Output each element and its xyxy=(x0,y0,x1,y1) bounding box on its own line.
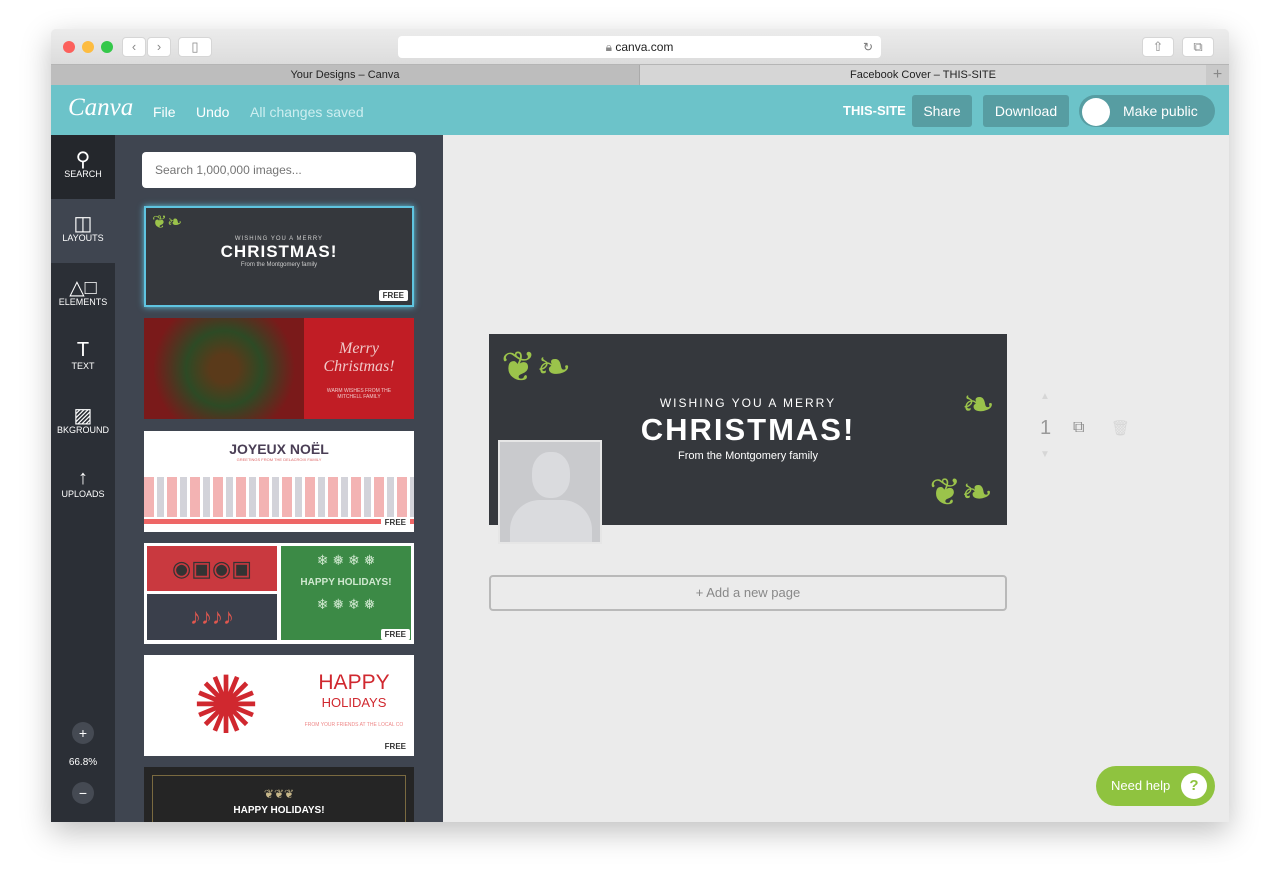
address-bar[interactable]: 🔒︎ canva.com ↻ xyxy=(398,36,881,58)
help-icon: ? xyxy=(1181,773,1207,799)
tabs-overview-icon[interactable]: ⧉ xyxy=(1182,37,1214,57)
holly-top-left: ❦❧ xyxy=(501,343,572,390)
save-status: All changes saved xyxy=(250,104,364,120)
template-christmas-montgomery[interactable]: WISHING YOU A MERRY CHRISTMAS! From the … xyxy=(144,206,414,307)
share-icon[interactable]: ⇧ xyxy=(1142,37,1174,57)
make-public-toggle[interactable]: Make public xyxy=(1079,95,1215,127)
sidebar-item-background[interactable]: ▨ BKGROUND xyxy=(51,391,115,455)
sidebar-item-uploads[interactable]: ↑ UPLOADS xyxy=(51,455,115,519)
add-page-button[interactable]: + Add a new page xyxy=(489,575,1007,611)
profile-picture-placeholder xyxy=(498,440,602,544)
holly-decoration: ❦❧ xyxy=(152,212,183,232)
design-page[interactable]: WISHING YOU A MERRY CHRISTMAS! From the … xyxy=(489,334,1007,544)
title-bar: ‹ › ▯ 🔒︎ canva.com ↻ ⇧ ⧉ xyxy=(51,29,1229,64)
file-menu[interactable]: File xyxy=(153,104,176,120)
editor-canvas: WISHING YOU A MERRY CHRISTMAS! From the … xyxy=(443,135,1229,822)
sidebar-item-elements[interactable]: △□ ELEMENTS xyxy=(51,263,115,327)
download-button[interactable]: Download xyxy=(983,95,1069,127)
reload-icon[interactable]: ↻ xyxy=(863,36,873,58)
delete-page-icon[interactable]: 🗑︎ xyxy=(1111,419,1130,437)
snowflake-pattern xyxy=(144,477,414,517)
back-button[interactable]: ‹ xyxy=(122,37,146,57)
template-happy-holidays-poinsettia[interactable]: ✺ HAPPY HOLIDAYS FROM YOUR FRIENDS AT TH… xyxy=(144,655,414,756)
new-tab-button[interactable]: + xyxy=(1206,65,1229,86)
sidebar-toggle-icon[interactable]: ▯ xyxy=(178,37,212,57)
tab-facebook-cover[interactable]: Facebook Cover – THIS-SITE xyxy=(639,65,1206,86)
leaf-right: ❧ xyxy=(961,383,995,427)
zoom-out-button[interactable]: − xyxy=(72,782,94,804)
search-icon: ⚲ xyxy=(75,149,91,171)
lock-icon: 🔒︎ xyxy=(605,40,612,54)
move-page-up-icon[interactable]: ▲ xyxy=(1040,391,1050,402)
background-icon: ▨ xyxy=(73,405,93,427)
poinsettia-graphic: ✺ xyxy=(192,661,260,750)
stockings-panel: ♪♪♪♪ xyxy=(147,594,277,640)
template-happy-holidays-icons[interactable]: ◉▣◉▣ ♪♪♪♪ ❄ ❅ ❄ ❅ HAPPY HOLIDAYS! ❄ ❅ ❄ … xyxy=(144,543,414,644)
maximize-button[interactable] xyxy=(101,41,113,53)
duplicate-page-icon[interactable]: ⧉ xyxy=(1073,419,1084,437)
template-joyeux-noel[interactable]: JOYEUX NOËL GREETINGS FROM THE DELACROIX… xyxy=(144,431,414,532)
toggle-knob xyxy=(1082,98,1110,126)
image-search-input[interactable] xyxy=(142,152,416,188)
wreath-photo xyxy=(144,318,304,419)
close-button[interactable] xyxy=(63,41,75,53)
share-button[interactable]: Share xyxy=(912,95,972,127)
design-line1[interactable]: WISHING YOU A MERRY xyxy=(489,396,1007,410)
move-page-down-icon[interactable]: ▼ xyxy=(1040,449,1050,460)
browser-window: ‹ › ▯ 🔒︎ canva.com ↻ ⇧ ⧉ Your Designs – C… xyxy=(51,29,1229,822)
tab-your-designs[interactable]: Your Designs – Canva xyxy=(51,65,639,86)
layouts-icon: ◫ xyxy=(73,213,93,235)
forward-button[interactable]: › xyxy=(147,37,171,57)
template-merry-christmas-mitchell[interactable]: Merry Christmas! WARM WISHES FROM THE MI… xyxy=(144,318,414,419)
zoom-in-button[interactable]: + xyxy=(72,722,94,744)
elements-icon: △□ xyxy=(69,277,97,299)
tab-bar: Your Designs – Canva Facebook Cover – TH… xyxy=(51,64,1229,86)
template-happy-holidays-dark[interactable]: ❦❦❦ HAPPY HOLIDAYS! xyxy=(144,767,414,822)
canva-logo[interactable]: Canva xyxy=(68,94,133,122)
zoom-level: 66.8% xyxy=(68,757,98,768)
layouts-panel: WISHING YOU A MERRY CHRISTMAS! From the … xyxy=(115,135,443,822)
team-name[interactable]: THIS-SITE xyxy=(843,103,906,118)
minimize-button[interactable] xyxy=(82,41,94,53)
need-help-button[interactable]: Need help ? xyxy=(1096,766,1215,806)
sidebar-item-layouts[interactable]: ◫ LAYOUTS xyxy=(51,199,115,263)
app-toolbar: Canva File Undo All changes saved THIS-S… xyxy=(51,85,1229,135)
sidebar: ⚲ SEARCH ◫ LAYOUTS △□ ELEMENTS T TEXT ▨ BKGRO… xyxy=(51,135,115,822)
sidebar-item-text[interactable]: T TEXT xyxy=(51,327,115,391)
holly-bottom-right: ❦❧ xyxy=(929,472,993,514)
undo-button[interactable]: Undo xyxy=(196,104,229,120)
text-icon: T xyxy=(76,339,90,361)
stripe xyxy=(144,519,414,524)
sidebar-item-search[interactable]: ⚲ SEARCH xyxy=(51,135,115,199)
upload-icon: ↑ xyxy=(78,467,88,489)
ornaments-panel: ◉▣◉▣ xyxy=(147,546,277,591)
page-number: 1 xyxy=(1040,417,1052,439)
